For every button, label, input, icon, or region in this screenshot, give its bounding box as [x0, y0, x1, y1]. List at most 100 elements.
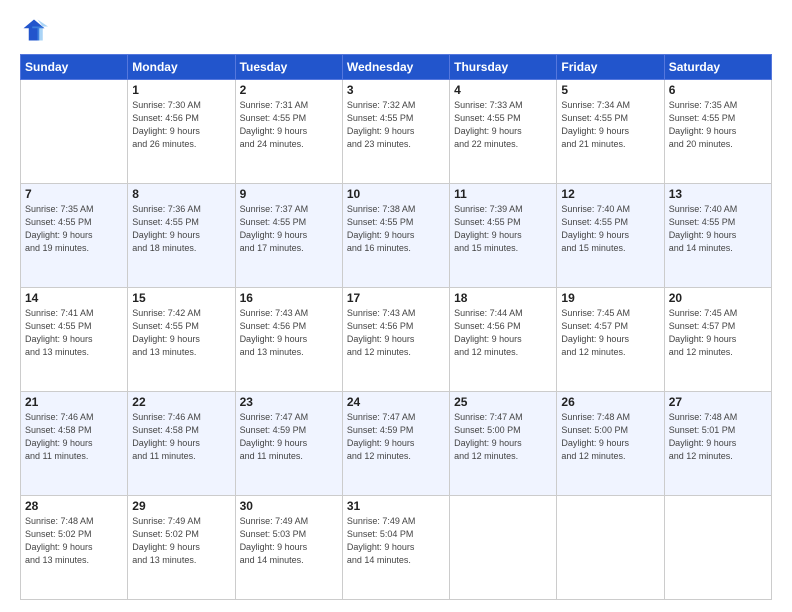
calendar-cell	[450, 496, 557, 600]
calendar-cell: 5 Sunrise: 7:34 AM Sunset: 4:55 PM Daylig…	[557, 80, 664, 184]
calendar-cell: 3Sunrise: 7:32 AM Sunset: 4:55 PM Daylig…	[342, 80, 449, 184]
calendar-cell: 27 Sunrise: 7:48 AM Sunset: 5:01 PM Dayli…	[664, 392, 771, 496]
weekday-header-wednesday: Wednesday	[342, 55, 449, 80]
day-info: Sunrise: 7:31 AM Sunset: 4:55 PM Dayligh…	[240, 99, 338, 151]
day-info: Sunrise: 7:43 AM Sunset: 4:56 PM Dayligh…	[240, 307, 338, 359]
day-number: 15	[132, 291, 230, 305]
weekday-header-sunday: Sunday	[21, 55, 128, 80]
weekday-header-monday: Monday	[128, 55, 235, 80]
day-info: Sunrise: 7:46 AM Sunset: 4:58 PM Dayligh…	[25, 411, 123, 463]
day-number: 4	[454, 83, 552, 97]
day-number: 31	[347, 499, 445, 513]
day-info: Sunrise: 7:35 AM Sunset: 4:55 PM Dayligh…	[669, 99, 767, 151]
day-info: Sunrise: 7:48 AM Sunset: 5:00 PM Dayligh…	[561, 411, 659, 463]
day-number: 28	[25, 499, 123, 513]
calendar-cell: 19 Sunrise: 7:45 AM Sunset: 4:57 PM Dayli…	[557, 288, 664, 392]
day-info: Sunrise: 7:32 AM Sunset: 4:55 PM Dayligh…	[347, 99, 445, 151]
calendar-cell: 14 Sunrise: 7:41 AM Sunset: 4:55 PM Dayli…	[21, 288, 128, 392]
day-number: 22	[132, 395, 230, 409]
calendar-cell: 17Sunrise: 7:43 AM Sunset: 4:56 PM Dayli…	[342, 288, 449, 392]
calendar-cell: 9Sunrise: 7:37 AM Sunset: 4:55 PM Daylig…	[235, 184, 342, 288]
day-info: Sunrise: 7:36 AM Sunset: 4:55 PM Dayligh…	[132, 203, 230, 255]
day-number: 5	[561, 83, 659, 97]
weekday-header-friday: Friday	[557, 55, 664, 80]
header	[20, 16, 772, 44]
day-number: 27	[669, 395, 767, 409]
weekday-header-thursday: Thursday	[450, 55, 557, 80]
calendar-cell	[664, 496, 771, 600]
calendar-cell: 31 Sunrise: 7:49 AM Sunset: 5:04 PM Dayli…	[342, 496, 449, 600]
day-number: 19	[561, 291, 659, 305]
week-row-3: 14 Sunrise: 7:41 AM Sunset: 4:55 PM Dayli…	[21, 288, 772, 392]
week-row-1: 1Sunrise: 7:30 AM Sunset: 4:56 PM Daylig…	[21, 80, 772, 184]
calendar-cell: 4Sunrise: 7:33 AM Sunset: 4:55 PM Daylig…	[450, 80, 557, 184]
calendar-cell: 2 Sunrise: 7:31 AM Sunset: 4:55 PM Daylig…	[235, 80, 342, 184]
day-info: Sunrise: 7:38 AM Sunset: 4:55 PM Dayligh…	[347, 203, 445, 255]
day-info: Sunrise: 7:48 AM Sunset: 5:02 PM Dayligh…	[25, 515, 123, 567]
calendar-cell	[21, 80, 128, 184]
weekday-header-tuesday: Tuesday	[235, 55, 342, 80]
day-info: Sunrise: 7:47 AM Sunset: 4:59 PM Dayligh…	[347, 411, 445, 463]
calendar-cell: 29Sunrise: 7:49 AM Sunset: 5:02 PM Dayli…	[128, 496, 235, 600]
day-info: Sunrise: 7:35 AM Sunset: 4:55 PM Dayligh…	[25, 203, 123, 255]
day-number: 24	[347, 395, 445, 409]
day-number: 7	[25, 187, 123, 201]
day-info: Sunrise: 7:34 AM Sunset: 4:55 PM Dayligh…	[561, 99, 659, 151]
calendar-cell: 10 Sunrise: 7:38 AM Sunset: 4:55 PM Dayli…	[342, 184, 449, 288]
day-info: Sunrise: 7:40 AM Sunset: 4:55 PM Dayligh…	[669, 203, 767, 255]
calendar-cell	[557, 496, 664, 600]
calendar-cell: 11Sunrise: 7:39 AM Sunset: 4:55 PM Dayli…	[450, 184, 557, 288]
calendar-cell: 8 Sunrise: 7:36 AM Sunset: 4:55 PM Daylig…	[128, 184, 235, 288]
day-number: 8	[132, 187, 230, 201]
day-number: 2	[240, 83, 338, 97]
day-info: Sunrise: 7:49 AM Sunset: 5:02 PM Dayligh…	[132, 515, 230, 567]
day-info: Sunrise: 7:45 AM Sunset: 4:57 PM Dayligh…	[561, 307, 659, 359]
day-info: Sunrise: 7:41 AM Sunset: 4:55 PM Dayligh…	[25, 307, 123, 359]
weekday-header-row: SundayMondayTuesdayWednesdayThursdayFrid…	[21, 55, 772, 80]
week-row-4: 21 Sunrise: 7:46 AM Sunset: 4:58 PM Dayli…	[21, 392, 772, 496]
day-info: Sunrise: 7:42 AM Sunset: 4:55 PM Dayligh…	[132, 307, 230, 359]
day-info: Sunrise: 7:37 AM Sunset: 4:55 PM Dayligh…	[240, 203, 338, 255]
calendar-cell: 20 Sunrise: 7:45 AM Sunset: 4:57 PM Dayli…	[664, 288, 771, 392]
calendar-cell: 22Sunrise: 7:46 AM Sunset: 4:58 PM Dayli…	[128, 392, 235, 496]
calendar-cell: 25 Sunrise: 7:47 AM Sunset: 5:00 PM Dayli…	[450, 392, 557, 496]
week-row-2: 7 Sunrise: 7:35 AM Sunset: 4:55 PM Daylig…	[21, 184, 772, 288]
logo	[20, 16, 52, 44]
day-info: Sunrise: 7:49 AM Sunset: 5:03 PM Dayligh…	[240, 515, 338, 567]
page: SundayMondayTuesdayWednesdayThursdayFrid…	[0, 0, 792, 612]
day-number: 26	[561, 395, 659, 409]
calendar-cell: 24 Sunrise: 7:47 AM Sunset: 4:59 PM Dayli…	[342, 392, 449, 496]
day-info: Sunrise: 7:43 AM Sunset: 4:56 PM Dayligh…	[347, 307, 445, 359]
day-number: 14	[25, 291, 123, 305]
day-number: 21	[25, 395, 123, 409]
logo-icon	[20, 16, 48, 44]
calendar-cell: 13Sunrise: 7:40 AM Sunset: 4:55 PM Dayli…	[664, 184, 771, 288]
calendar-cell: 21 Sunrise: 7:46 AM Sunset: 4:58 PM Dayli…	[21, 392, 128, 496]
calendar-table: SundayMondayTuesdayWednesdayThursdayFrid…	[20, 54, 772, 600]
calendar-cell: 18 Sunrise: 7:44 AM Sunset: 4:56 PM Dayli…	[450, 288, 557, 392]
calendar-cell: 1Sunrise: 7:30 AM Sunset: 4:56 PM Daylig…	[128, 80, 235, 184]
calendar-cell: 30Sunrise: 7:49 AM Sunset: 5:03 PM Dayli…	[235, 496, 342, 600]
day-number: 16	[240, 291, 338, 305]
day-number: 12	[561, 187, 659, 201]
week-row-5: 28 Sunrise: 7:48 AM Sunset: 5:02 PM Dayli…	[21, 496, 772, 600]
day-info: Sunrise: 7:48 AM Sunset: 5:01 PM Dayligh…	[669, 411, 767, 463]
calendar-cell: 15 Sunrise: 7:42 AM Sunset: 4:55 PM Dayli…	[128, 288, 235, 392]
day-number: 18	[454, 291, 552, 305]
day-info: Sunrise: 7:40 AM Sunset: 4:55 PM Dayligh…	[561, 203, 659, 255]
day-number: 23	[240, 395, 338, 409]
calendar-cell: 23Sunrise: 7:47 AM Sunset: 4:59 PM Dayli…	[235, 392, 342, 496]
day-info: Sunrise: 7:49 AM Sunset: 5:04 PM Dayligh…	[347, 515, 445, 567]
day-info: Sunrise: 7:30 AM Sunset: 4:56 PM Dayligh…	[132, 99, 230, 151]
day-info: Sunrise: 7:44 AM Sunset: 4:56 PM Dayligh…	[454, 307, 552, 359]
day-number: 25	[454, 395, 552, 409]
day-number: 20	[669, 291, 767, 305]
calendar-cell: 28 Sunrise: 7:48 AM Sunset: 5:02 PM Dayli…	[21, 496, 128, 600]
day-number: 11	[454, 187, 552, 201]
calendar-cell: 12 Sunrise: 7:40 AM Sunset: 4:55 PM Dayli…	[557, 184, 664, 288]
calendar-cell: 26 Sunrise: 7:48 AM Sunset: 5:00 PM Dayli…	[557, 392, 664, 496]
day-info: Sunrise: 7:45 AM Sunset: 4:57 PM Dayligh…	[669, 307, 767, 359]
day-info: Sunrise: 7:47 AM Sunset: 5:00 PM Dayligh…	[454, 411, 552, 463]
day-number: 10	[347, 187, 445, 201]
calendar-cell: 16 Sunrise: 7:43 AM Sunset: 4:56 PM Dayli…	[235, 288, 342, 392]
